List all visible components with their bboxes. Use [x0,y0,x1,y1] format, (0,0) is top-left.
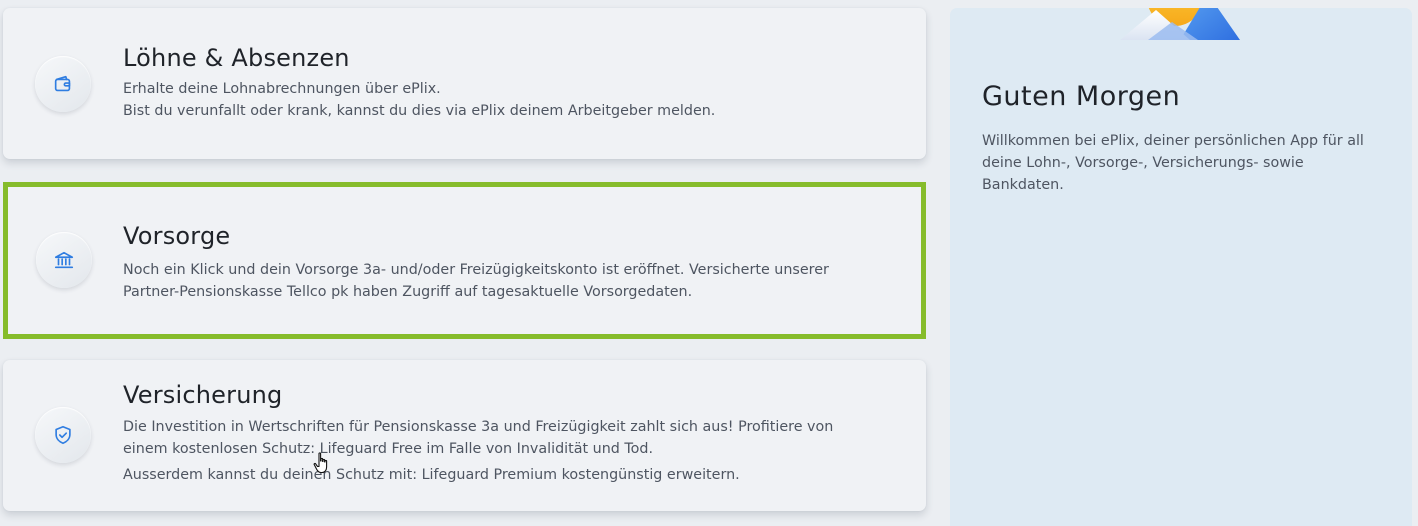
icon-badge [35,407,91,463]
card-description-extra: Ausserdem kannst du deinen Schutz mit: L… [123,467,740,483]
card-description: Noch ein Klick und dein Vorsorge 3a- und… [123,262,829,300]
bank-icon [54,251,74,269]
card-vorsorge[interactable]: Vorsorge Noch ein Klick und dein Vorsorg… [3,182,926,339]
page: Löhne & Absenzen Erhalte deine Lohnabrec… [0,0,1418,526]
card-loehne-absenzen[interactable]: Löhne & Absenzen Erhalte deine Lohnabrec… [3,8,926,159]
greeting-title: Guten Morgen [982,81,1181,112]
card-title: Löhne & Absenzen [123,44,350,72]
card-description-line: Erhalte deine Lohnabrechnungen über ePli… [123,81,441,97]
hand-cursor-icon [313,452,328,474]
card-description: Die Investition in Wertschriften für Pen… [123,419,834,457]
shield-check-icon [55,425,71,445]
card-description-line: Bist du verunfallt oder krank, kannst du… [123,103,716,119]
icon-badge [36,232,92,288]
card-title: Vorsorge [123,222,231,250]
icon-badge [35,56,91,112]
greeting-text: Willkommen bei ePlix, deiner persönliche… [982,133,1364,193]
greeting-panel: Guten Morgen Willkommen bei ePlix, deine… [950,8,1412,526]
card-versicherung[interactable]: Versicherung Die Investition in Wertschr… [3,360,926,511]
card-description: Erhalte deine Lohnabrechnungen über ePli… [123,78,883,122]
sun-mountain-illustration [1120,8,1240,40]
wallet-icon [54,75,71,92]
card-title: Versicherung [123,381,283,409]
